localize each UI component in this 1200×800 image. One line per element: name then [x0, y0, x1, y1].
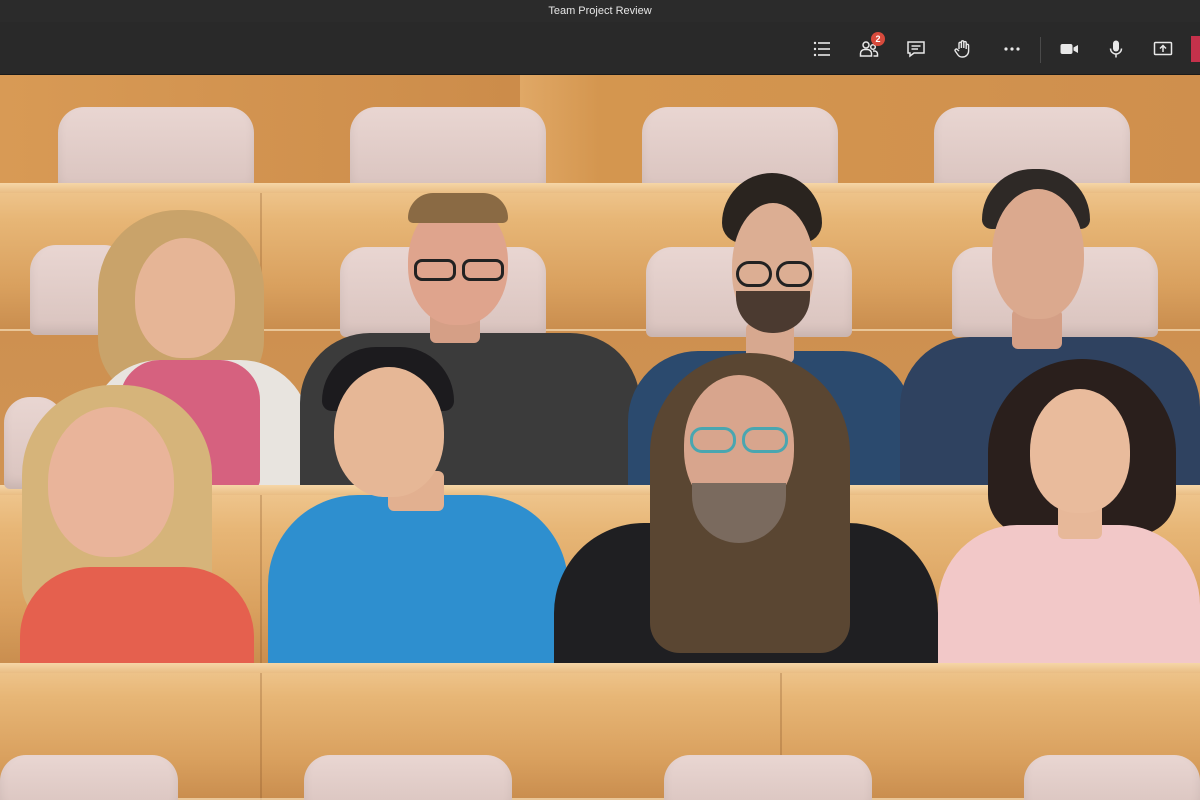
raise-hand-button[interactable] [947, 33, 979, 65]
participant-hair [408, 193, 508, 223]
participant-video[interactable] [14, 385, 254, 663]
empty-seat [1024, 755, 1200, 800]
title-bar: Team Project Review [0, 0, 1200, 22]
camera-button[interactable] [1053, 33, 1085, 65]
desk-row [0, 663, 1200, 800]
window-title: Team Project Review [548, 5, 652, 17]
participants-badge: 2 [871, 32, 885, 46]
desk-edge [0, 663, 1200, 673]
participant-glasses [736, 261, 772, 287]
leave-button[interactable] [1191, 36, 1200, 62]
participant-face [334, 367, 444, 497]
empty-seat [58, 107, 254, 193]
participant-body [938, 525, 1200, 665]
more-icon [1004, 47, 1020, 51]
participant-body [268, 495, 568, 665]
together-mode-stage [0, 75, 1200, 800]
participant-face [135, 238, 235, 358]
empty-seat [350, 107, 546, 193]
list-button[interactable] [806, 33, 838, 65]
chat-icon [907, 41, 925, 58]
list-icon [813, 41, 830, 57]
participant-video[interactable] [938, 359, 1200, 665]
participants-button[interactable]: 2 [853, 32, 885, 65]
share-screen-icon [1153, 41, 1173, 56]
participant-face [48, 407, 174, 557]
toolbar-divider [1040, 37, 1041, 63]
participant-body [20, 567, 254, 663]
empty-seat [0, 755, 178, 800]
participant-video[interactable] [268, 347, 568, 665]
empty-seat [304, 755, 512, 800]
participant-glasses [414, 259, 456, 281]
participant-video[interactable] [554, 353, 938, 665]
participant-face [1030, 389, 1130, 513]
participant-face [992, 189, 1084, 319]
meeting-toolbar: 2 [0, 22, 1200, 75]
microphone-icon [1109, 40, 1123, 58]
chat-button[interactable] [900, 33, 932, 65]
participant-glasses [776, 261, 812, 287]
camera-icon [1060, 44, 1078, 54]
microphone-button[interactable] [1100, 33, 1132, 65]
share-screen-button[interactable] [1147, 33, 1179, 65]
participant-glasses [462, 259, 504, 281]
participant-glasses [742, 427, 788, 453]
participant-glasses [690, 427, 736, 453]
empty-seat [664, 755, 872, 800]
raise-hand-icon [954, 40, 970, 58]
more-options-button[interactable] [996, 33, 1028, 65]
